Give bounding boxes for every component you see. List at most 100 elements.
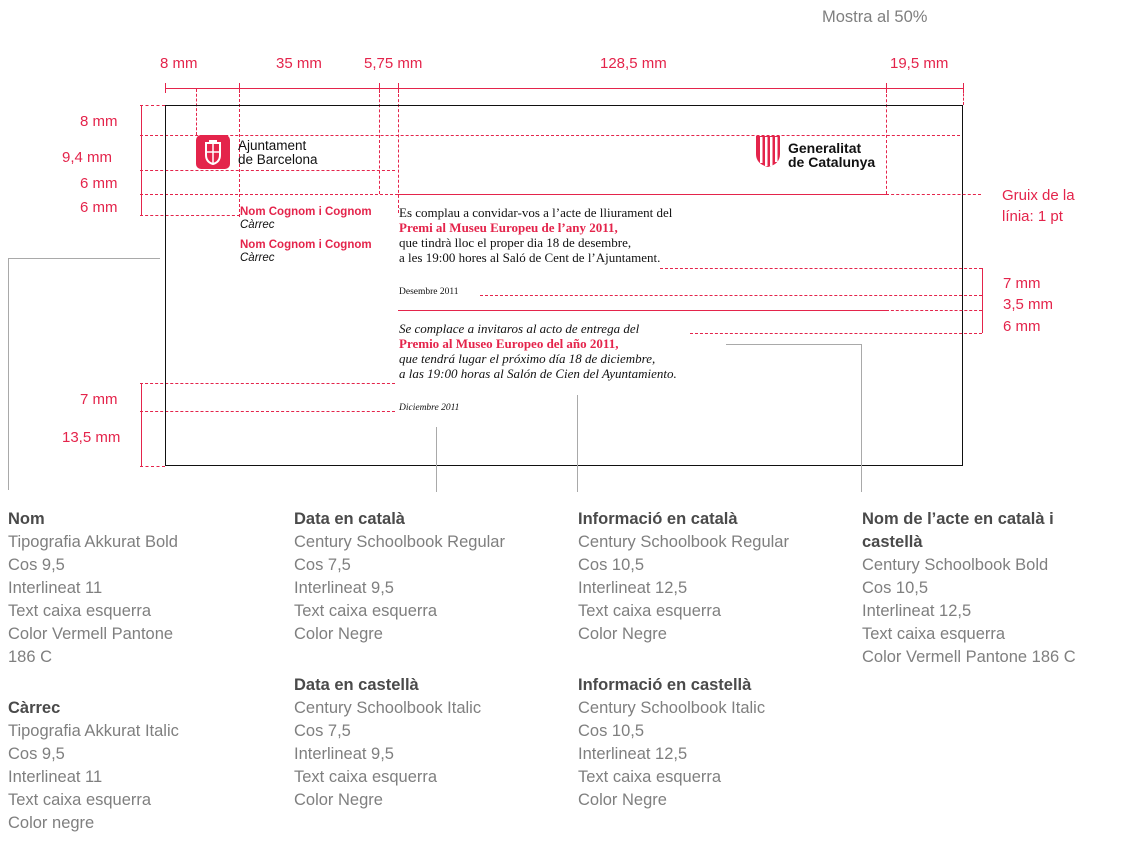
catalan-line: Es complau a convidar-vos a l’acte de ll… <box>399 205 673 220</box>
spec-line: Cos 10,5 <box>578 722 645 740</box>
spec-line: Tipografia Akkurat Italic <box>8 722 179 740</box>
spec-line: Color negre <box>8 814 95 832</box>
guide-horizontal <box>886 194 981 195</box>
spec-carrec: Càrrec Tipografia Akkurat Italic Cos 9,5… <box>8 697 179 835</box>
leader-nom <box>8 258 160 259</box>
guide-horizontal <box>690 333 982 334</box>
spec-line: Interlineat 12,5 <box>578 745 688 763</box>
spec-line: Century Schoolbook Bold <box>862 556 1049 574</box>
spec-line: Interlineat 11 <box>8 579 103 597</box>
catalan-event-name: Premi al Museu Europeu de l’any 2011, <box>399 220 618 235</box>
spec-informacio-catala: Informació en català Century Schoolbook … <box>578 508 789 646</box>
spanish-event-name: Premio al Museo Europeo del año 2011, <box>399 336 619 351</box>
spec-line: Tipografia Akkurat Bold <box>8 533 178 551</box>
guide-horizontal <box>140 105 165 106</box>
spec-line: Cos 10,5 <box>862 579 929 597</box>
spec-title: Nom de l’acte en català i <box>862 510 1054 528</box>
spec-title: Informació en castellà <box>578 676 752 694</box>
catalan-line: a les 19:00 hores al Saló de Cent de l’A… <box>399 250 661 265</box>
generalitat-logo-line: Generalitat <box>788 140 862 156</box>
header-rule <box>398 194 886 195</box>
guide-horizontal <box>660 268 982 269</box>
language-rule <box>398 310 886 311</box>
spec-line: Color Vermell Pantone <box>8 625 174 643</box>
spec-line: Cos 10,5 <box>578 556 645 574</box>
dim-left-logo-height: 9,4 mm <box>62 149 113 166</box>
spec-line: Color Vermell Pantone 186 C <box>862 648 1076 666</box>
spec-line: Color Negre <box>294 625 383 643</box>
generalitat-logo-text: Generalitat de Catalunya <box>788 141 875 169</box>
right-bracket <box>982 268 989 333</box>
spec-nom: Nom Tipografia Akkurat Bold Cos 9,5 Inte… <box>8 508 178 669</box>
leader-acte <box>726 344 861 345</box>
spec-title: Informació en català <box>578 510 738 528</box>
guide-vertical <box>963 89 964 105</box>
person-name: Nom Cognom i Cognom <box>240 239 372 251</box>
spec-title: castellà <box>862 533 923 551</box>
barcelona-logo-icon <box>196 135 230 169</box>
spec-line: Color Negre <box>294 791 383 809</box>
spec-line: Text caixa esquerra <box>578 602 722 620</box>
line-note-line: Gruix de la <box>1002 187 1075 204</box>
generalitat-logo-icon <box>754 134 782 168</box>
dim-right-date-to-rule: 3,5 mm <box>1003 296 1054 313</box>
spec-title: Data en català <box>294 510 405 528</box>
dim-top-margin-right: 19,5 mm <box>890 55 949 72</box>
spec-title: Càrrec <box>8 699 61 717</box>
dim-left-bottom-margin: 13,5 mm <box>62 429 121 446</box>
spec-line: Century Schoolbook Italic <box>294 699 482 717</box>
spec-line: Interlineat 12,5 <box>578 579 688 597</box>
spec-title: Data en castellà <box>294 676 419 694</box>
spanish-date: Diciembre 2011 <box>399 403 460 413</box>
person-role: Càrrec <box>240 252 275 264</box>
leader-acte <box>861 344 862 492</box>
spanish-line: que tendrá lugar el próximo día 18 de di… <box>399 351 656 366</box>
catalan-info: Es complau a convidar-vos a l’acte de ll… <box>399 205 672 265</box>
spec-sheet: Mostra al 50% 8 mm 35 mm 5,75 mm 128,5 m… <box>0 0 1143 841</box>
leader-informacio <box>577 395 578 492</box>
spanish-info: Se complace a invitaros al acto de entre… <box>399 321 677 381</box>
spec-line: Interlineat 9,5 <box>294 579 394 597</box>
left-bracket-bottom <box>133 383 142 466</box>
line-thickness-note: Gruix de la línia: 1 pt <box>1002 185 1075 227</box>
top-tick <box>165 83 166 93</box>
dim-left-text-to-date: 7 mm <box>80 391 118 408</box>
spec-line: Interlineat 12,5 <box>862 602 972 620</box>
dim-top-name-column: 35 mm <box>276 55 322 72</box>
spanish-line: Se complace a invitaros al acto de entre… <box>399 321 640 336</box>
spec-line: Text caixa esquerra <box>8 791 152 809</box>
dim-left-line-to-text: 6 mm <box>80 199 118 216</box>
guide-horizontal <box>480 295 982 296</box>
dim-right-text-to-date: 7 mm <box>1003 275 1041 292</box>
spec-line: Text caixa esquerra <box>294 602 438 620</box>
dim-top-text-column: 128,5 mm <box>600 55 667 72</box>
sample-scale-label: Mostra al 50% <box>822 8 928 26</box>
catalan-line: que tindrà lloc el proper dia 18 de dese… <box>399 235 632 250</box>
spec-line: Cos 7,5 <box>294 722 351 740</box>
spec-data-castella: Data en castellà Century Schoolbook Ital… <box>294 674 481 812</box>
spec-line: Color Negre <box>578 791 667 809</box>
barcelona-logo-line: Ajuntament <box>238 138 307 153</box>
line-note-line: línia: 1 pt <box>1002 208 1063 225</box>
leader-data <box>436 427 437 492</box>
spec-nom-acte: Nom de l’acte en català i castellà Centu… <box>862 508 1076 669</box>
spec-line: Century Schoolbook Regular <box>578 533 789 551</box>
guide-horizontal <box>140 466 165 467</box>
dim-left-logo-to-line: 6 mm <box>80 175 118 192</box>
barcelona-logo-text: Ajuntament de Barcelona <box>238 139 318 167</box>
person-name: Nom Cognom i Cognom <box>240 206 372 218</box>
spec-line: Color Negre <box>578 625 667 643</box>
catalan-date: Desembre 2011 <box>399 287 459 297</box>
spec-line: Text caixa esquerra <box>862 625 1006 643</box>
dim-left-top-margin: 8 mm <box>80 113 118 130</box>
spec-informacio-castella: Informació en castellà Century Schoolboo… <box>578 674 765 812</box>
generalitat-logo-line: de Catalunya <box>788 154 876 170</box>
guide-horizontal <box>886 310 982 311</box>
spec-line: Interlineat 9,5 <box>294 745 394 763</box>
dim-right-rule-to-text: 6 mm <box>1003 318 1041 335</box>
spec-line: Cos 7,5 <box>294 556 351 574</box>
spec-data-catala: Data en català Century Schoolbook Regula… <box>294 508 505 646</box>
spec-line: Century Schoolbook Regular <box>294 533 505 551</box>
spec-title: Nom <box>8 510 45 528</box>
barcelona-logo-line: de Barcelona <box>238 152 318 167</box>
